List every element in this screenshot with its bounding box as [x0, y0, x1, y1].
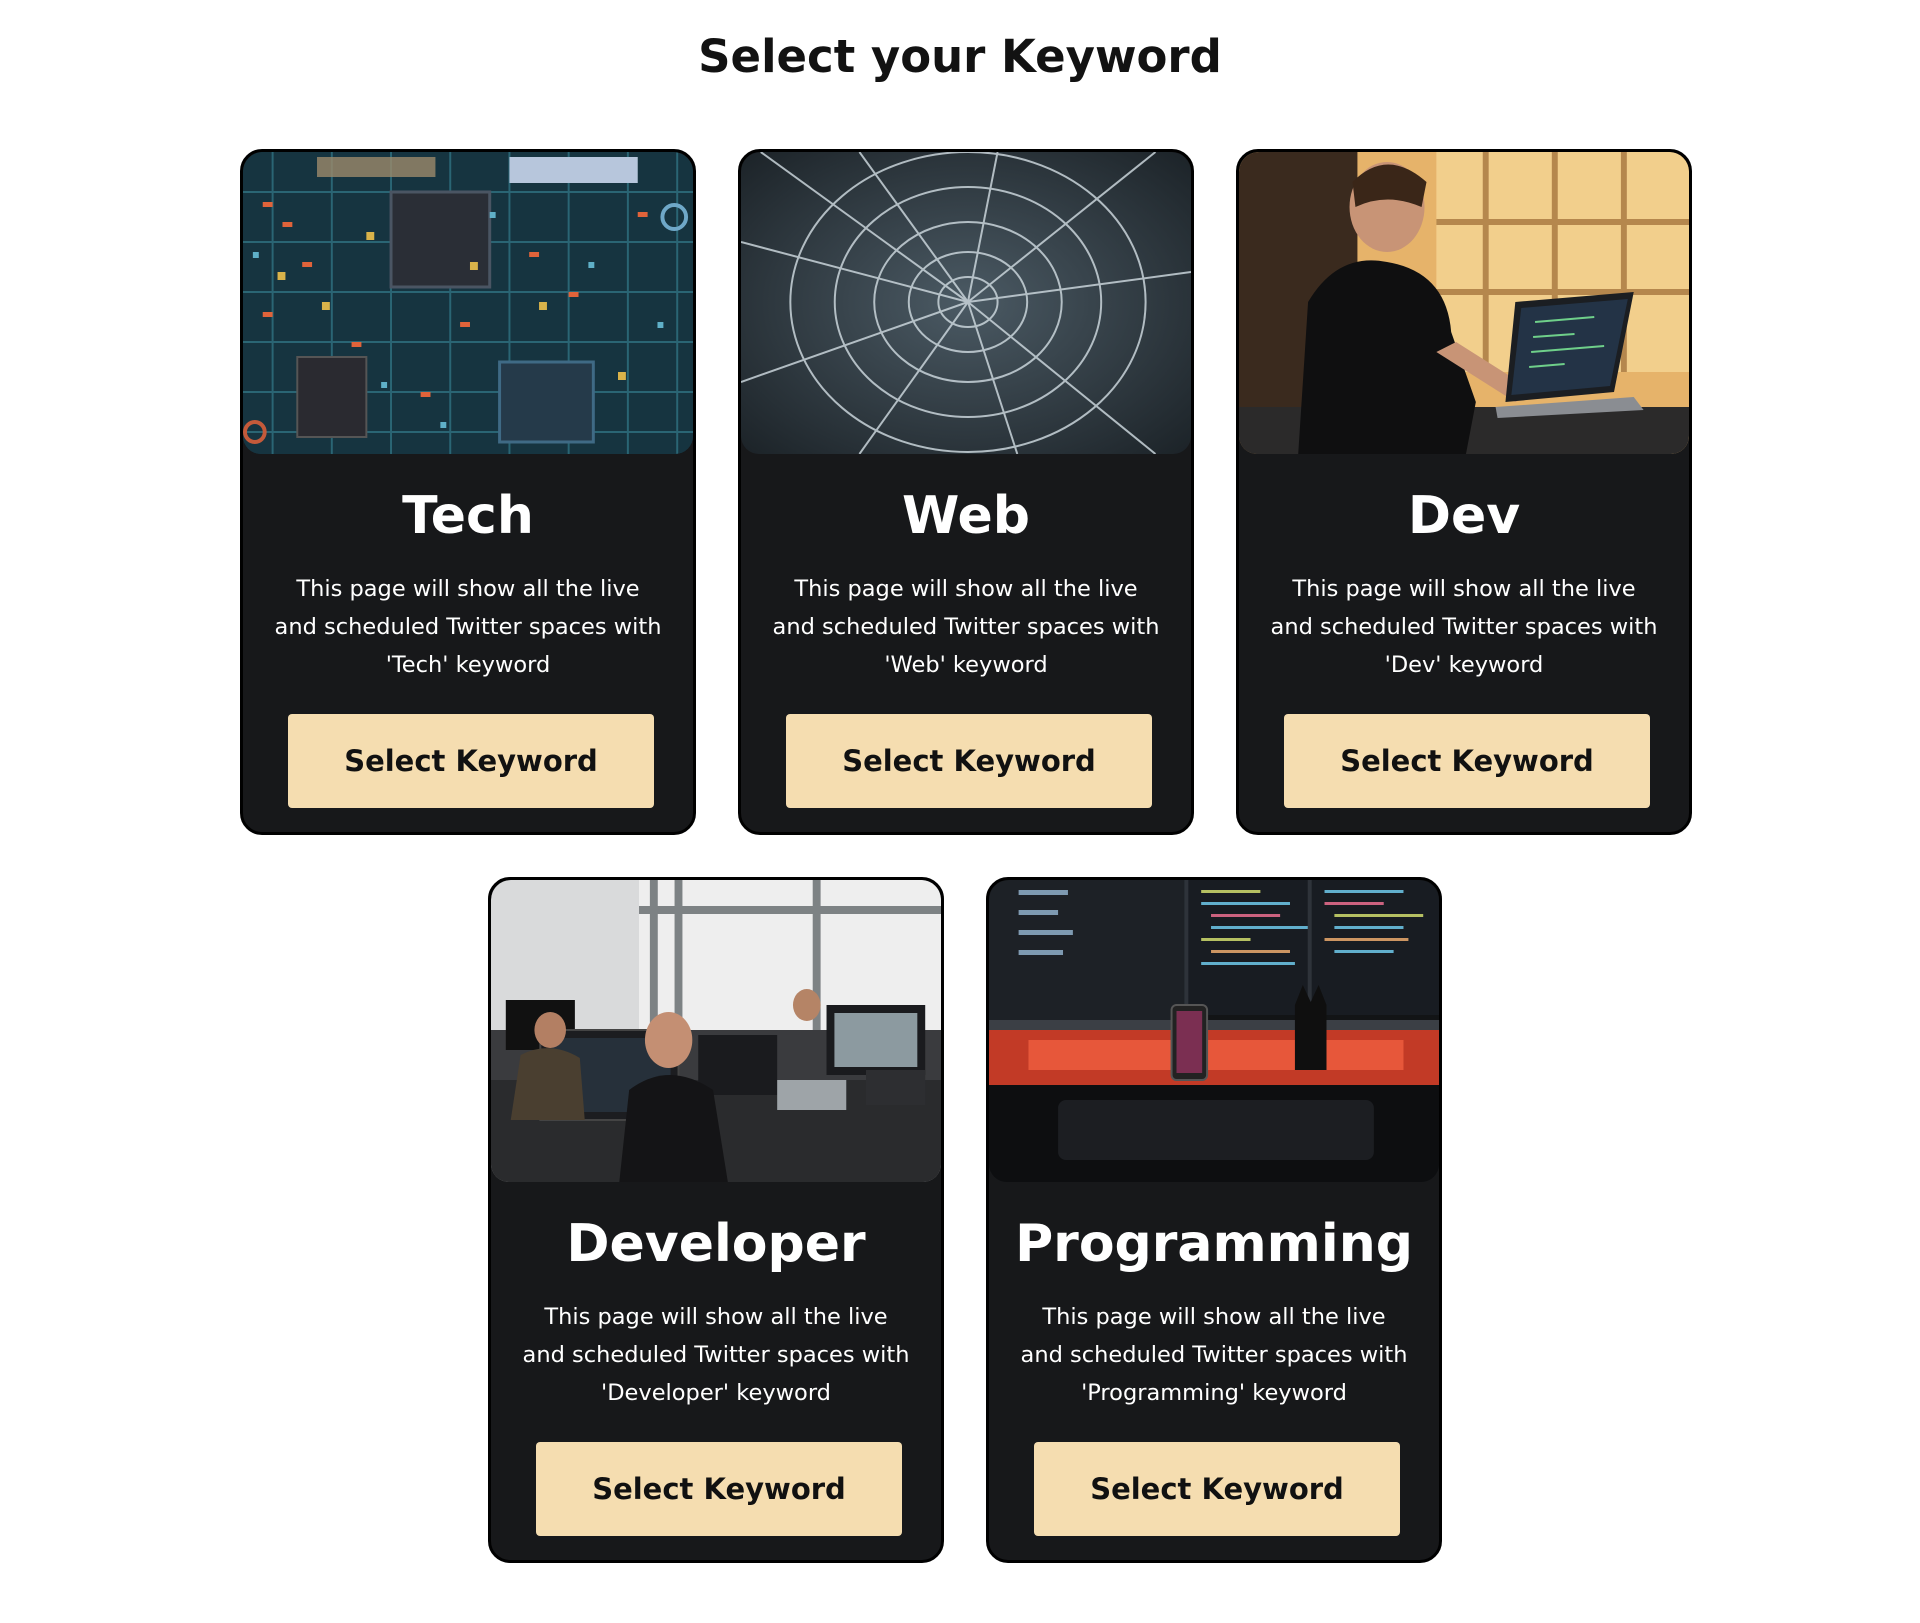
- office-developers-image: [491, 880, 941, 1182]
- card-description: This page will show all the live and sch…: [1020, 1304, 1408, 1406]
- card-title: Web: [902, 486, 1030, 546]
- page-title: Select your Keyword: [698, 30, 1222, 83]
- select-keyword-button[interactable]: Select Keyword: [288, 714, 654, 808]
- keyword-card-web: Web This page will show all the live and…: [738, 149, 1194, 835]
- select-keyword-button[interactable]: Select Keyword: [1034, 1442, 1400, 1536]
- keyword-card-developer: Developer This page will show all the li…: [488, 877, 944, 1563]
- select-keyword-button[interactable]: Select Keyword: [1284, 714, 1650, 808]
- circuit-board-image: [243, 152, 693, 454]
- keyword-selection-page: Select your Keyword Tech This page will …: [0, 0, 1920, 1623]
- code-monitors-image: [989, 880, 1439, 1182]
- select-keyword-button[interactable]: Select Keyword: [786, 714, 1152, 808]
- card-title: Developer: [566, 1214, 866, 1274]
- spider-web-image: [741, 152, 1191, 454]
- keyword-card-dev: Dev This page will show all the live and…: [1236, 149, 1692, 835]
- card-title: Tech: [402, 486, 534, 546]
- card-description: This page will show all the live and sch…: [274, 576, 662, 678]
- card-description: This page will show all the live and sch…: [1270, 576, 1658, 678]
- card-description: This page will show all the live and sch…: [522, 1304, 910, 1406]
- card-title: Programming: [1015, 1214, 1413, 1274]
- man-at-laptop-image: [1239, 152, 1689, 454]
- keyword-card-tech: Tech This page will show all the live an…: [240, 149, 696, 835]
- keyword-card-programming: Programming This page will show all the …: [986, 877, 1442, 1563]
- select-keyword-button[interactable]: Select Keyword: [536, 1442, 902, 1536]
- card-description: This page will show all the live and sch…: [772, 576, 1160, 678]
- card-title: Dev: [1407, 486, 1521, 546]
